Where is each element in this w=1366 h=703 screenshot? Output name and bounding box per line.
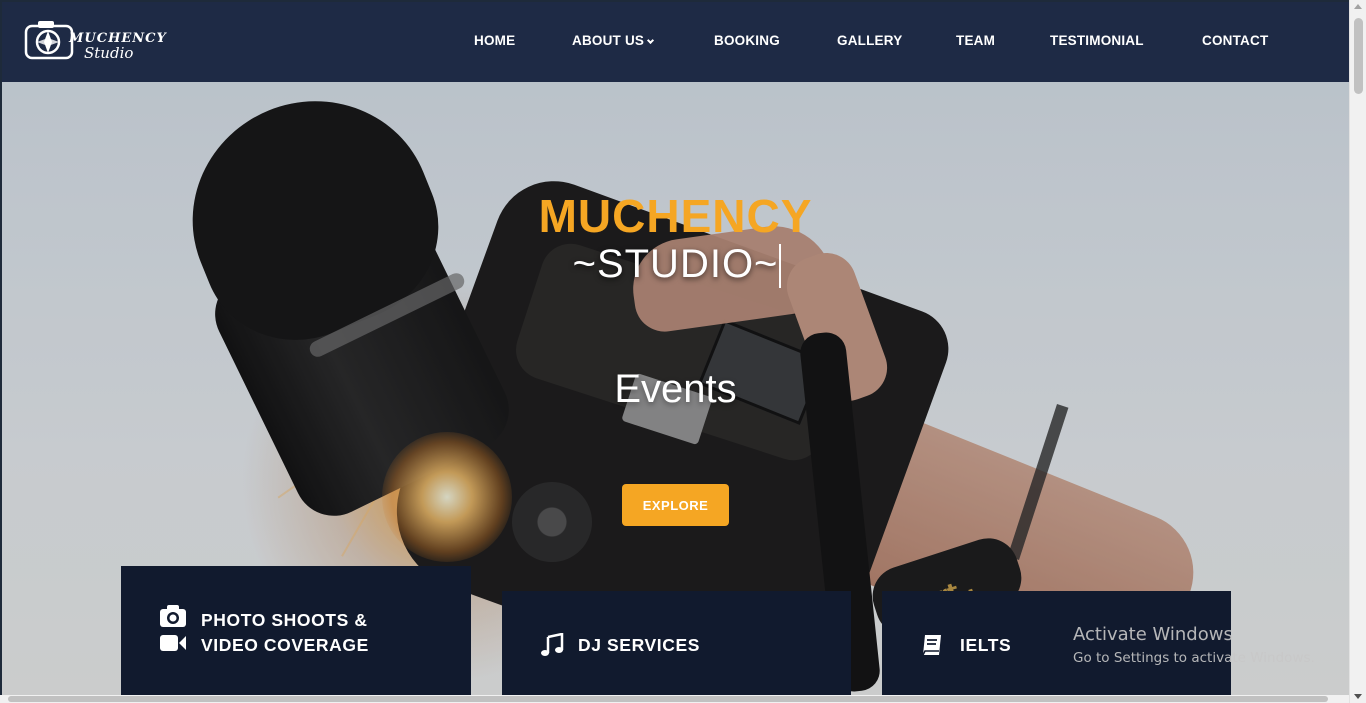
- horizontal-scrollbar-thumb[interactable]: [8, 696, 1328, 702]
- hero-subtitle: ~STUDIO~: [572, 242, 779, 286]
- scrollbar-thumb[interactable]: [1354, 18, 1363, 94]
- hero-tagline: Events: [614, 367, 737, 411]
- scroll-up-icon[interactable]: [1354, 4, 1362, 9]
- scroll-down-icon[interactable]: [1354, 694, 1362, 699]
- nav-home[interactable]: HOME: [474, 33, 515, 48]
- camera-logo-icon: [24, 21, 74, 60]
- music-note-icon: [541, 633, 564, 656]
- nav-booking[interactable]: BOOKING: [714, 33, 780, 48]
- site-logo[interactable]: MUCHENCY Studio: [24, 16, 166, 66]
- nav-about-us-label: ABOUT US: [572, 33, 645, 48]
- site-header: MUCHENCY Studio HOME ABOUT US BOOKING GA…: [2, 2, 1349, 82]
- nav-team[interactable]: TEAM: [956, 33, 995, 48]
- nav-about-us[interactable]: ABOUT US: [572, 33, 655, 48]
- service-label-line2: VIDEO COVERAGE: [201, 635, 369, 655]
- service-label: DJ SERVICES: [578, 635, 701, 655]
- service-card-dj[interactable]: DJ SERVICES: [502, 591, 851, 696]
- logo-script: Studio: [84, 44, 134, 62]
- explore-button[interactable]: EXPLORE: [622, 484, 729, 526]
- horizontal-scrollbar[interactable]: [0, 695, 1349, 703]
- video-icon: [160, 635, 186, 651]
- nav-contact[interactable]: CONTACT: [1202, 33, 1268, 48]
- chevron-down-icon: [647, 36, 655, 45]
- service-label-line1: PHOTO SHOOTS &: [201, 610, 368, 630]
- book-icon: [922, 635, 941, 656]
- service-card-photo-video[interactable]: PHOTO SHOOTS & VIDEO COVERAGE: [121, 566, 471, 696]
- camera-icon: [160, 605, 186, 627]
- service-label: IELTS: [960, 635, 1012, 655]
- typing-cursor: [779, 244, 781, 288]
- nav-gallery[interactable]: GALLERY: [837, 33, 902, 48]
- vertical-scrollbar[interactable]: [1349, 0, 1366, 703]
- windows-activation-title: Activate Windows: [1073, 624, 1233, 645]
- windows-activation-subtitle: Go to Settings to activate Windows.: [1073, 650, 1315, 666]
- hero-title: MUCHENCY: [538, 190, 813, 242]
- nav-testimonial[interactable]: TESTIMONIAL: [1050, 33, 1144, 48]
